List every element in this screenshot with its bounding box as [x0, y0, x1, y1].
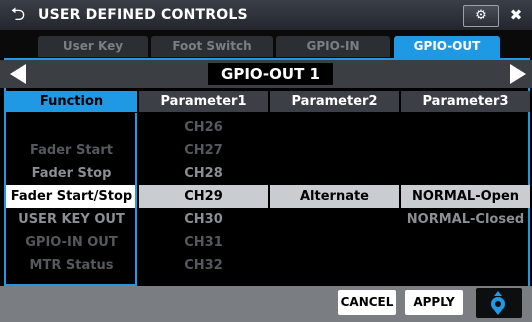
- close-icon[interactable]: ✖: [504, 5, 528, 25]
- parameter2-cell: [270, 139, 399, 162]
- tab-gpio-out[interactable]: GPIO-OUT: [394, 36, 500, 58]
- parameter1-cell: CH28: [184, 166, 223, 181]
- parameter3-cell: [401, 162, 530, 185]
- parameter3-cell: [401, 139, 530, 162]
- parameter3-cell: NORMAL-Closed: [406, 212, 525, 227]
- parameter3-cell: [401, 254, 530, 277]
- parameter1-cell: CH32: [184, 258, 223, 273]
- back-arrow-icon[interactable]: ⮌: [6, 4, 30, 26]
- tab-user-key[interactable]: User Key: [38, 36, 148, 57]
- title-bar: ⮌ USER DEFINED CONTROLS ⚙ ✖: [0, 0, 532, 30]
- apply-button[interactable]: APPLY: [405, 290, 463, 315]
- parameter3-cell: [401, 116, 530, 139]
- function-column-highlight: [4, 113, 137, 286]
- parameter2-cell: Alternate: [270, 185, 399, 208]
- page-title: GPIO-OUT 1: [208, 63, 333, 85]
- gear-icon: ⚙: [475, 8, 487, 23]
- next-page-arrow-icon[interactable]: [510, 64, 526, 84]
- parameter3-cell: [401, 231, 530, 254]
- parameter3-cell: NORMAL-Open: [401, 185, 530, 208]
- rotary-knob-icon: [491, 291, 505, 315]
- parameter1-cell: CH31: [184, 235, 223, 250]
- header-parameter2: Parameter2: [270, 91, 399, 112]
- header-parameter3: Parameter3: [401, 91, 530, 112]
- previous-page-arrow-icon[interactable]: [10, 64, 26, 84]
- parameter2-cell: [270, 208, 399, 231]
- parameter1-cell: CH26: [184, 120, 223, 135]
- parameter1-cell: CH27: [184, 143, 223, 158]
- parameter2-cell: [270, 231, 399, 254]
- tab-bar: User Key Foot Switch GPIO-IN GPIO-OUT: [0, 30, 532, 58]
- header-function: Function: [6, 91, 137, 112]
- header-parameter1: Parameter1: [139, 91, 268, 112]
- parameter2-cell: [270, 162, 399, 185]
- parameter2-cell: [270, 254, 399, 277]
- parameter1-cell: CH30: [184, 212, 223, 227]
- data-knob-indicator[interactable]: [476, 288, 522, 318]
- parameter1-cell: CH29: [139, 185, 268, 208]
- settings-gear-button[interactable]: ⚙: [463, 5, 499, 27]
- tab-foot-switch[interactable]: Foot Switch: [151, 36, 273, 57]
- parameter2-cell: [270, 116, 399, 139]
- tab-gpio-in[interactable]: GPIO-IN: [276, 36, 390, 57]
- page-navigator: GPIO-OUT 1: [0, 60, 532, 88]
- window-title: USER DEFINED CONTROLS: [38, 7, 248, 23]
- cancel-button[interactable]: CANCEL: [338, 290, 396, 315]
